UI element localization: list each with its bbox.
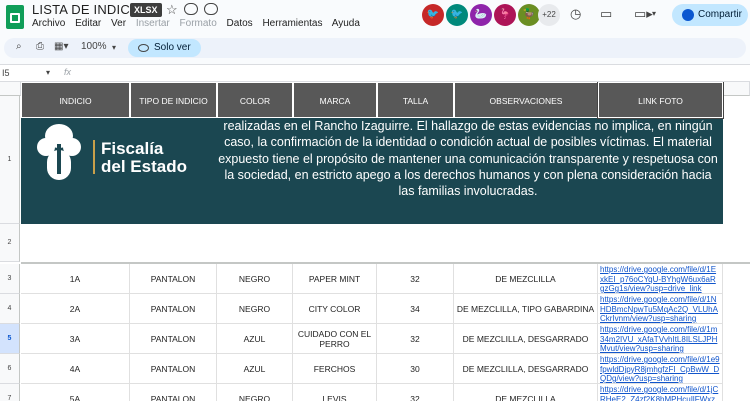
cell-indicio[interactable]: 5A — [21, 384, 130, 401]
row-header-1[interactable]: 1 — [0, 96, 20, 224]
cell-indicio[interactable]: 3A — [21, 324, 130, 354]
menu-datos[interactable]: Datos — [227, 18, 253, 29]
cell-talla[interactable]: 30 — [377, 354, 454, 384]
cell-indicio[interactable]: 2A — [21, 294, 130, 324]
header-observaciones[interactable]: OBSERVACIONES — [454, 82, 598, 118]
cell-color[interactable]: NEGRO — [217, 264, 293, 294]
menu-editar[interactable]: Editar — [75, 18, 101, 29]
cell-observaciones[interactable]: DE MEZCLILLA — [454, 264, 598, 294]
move-folder-icon[interactable] — [184, 3, 198, 15]
eye-icon — [138, 44, 149, 52]
cell-tipo[interactable]: PANTALON — [130, 384, 217, 401]
cell-color[interactable]: NEGRO — [217, 294, 293, 324]
menu-herramientas[interactable]: Herramientas — [262, 18, 322, 29]
fx-icon: fx — [64, 67, 72, 77]
cell-observaciones[interactable]: DE MEZCLILLA, TIPO GABARDINA — [454, 294, 598, 324]
menu-bar: Archivo Editar Ver Insertar Formato Dato… — [32, 18, 367, 29]
cell-link-foto[interactable]: https://drive.google.com/file/d/1e9fpwld… — [598, 354, 723, 384]
brand-name: Fiscalía del Estado — [101, 139, 187, 176]
header-color[interactable]: COLOR — [217, 82, 293, 118]
row-header-2[interactable]: 2 — [0, 224, 20, 262]
sheets-logo-icon[interactable] — [6, 5, 24, 29]
row-header-6[interactable]: 6 — [0, 354, 20, 384]
chevron-down-icon[interactable]: ▾ — [46, 68, 50, 77]
cell-tipo[interactable]: PANTALON — [130, 294, 217, 324]
cell-indicio[interactable]: 4A — [21, 354, 130, 384]
cell-talla[interactable]: 32 — [377, 324, 454, 354]
cell-color[interactable]: AZUL — [217, 354, 293, 384]
name-box[interactable]: I5 — [2, 68, 10, 78]
menu-archivo[interactable]: Archivo — [32, 18, 65, 29]
cell-link-foto[interactable]: https://drive.google.com/file/d/1NHDBmcN… — [598, 294, 723, 324]
cell-tipo[interactable]: PANTALON — [130, 354, 217, 384]
toolbar: ⌕ ⎙ ▦▾ 100% ▾ Solo ver — [4, 38, 746, 58]
xlsx-badge: XLSX — [130, 3, 162, 17]
cell-link-foto[interactable]: https://drive.google.com/file/d/1jCRHeE2… — [598, 384, 723, 401]
share-button[interactable]: Compartir — [672, 4, 748, 26]
header-indicio[interactable]: INDICIO — [21, 82, 130, 118]
cloud-status-icon[interactable] — [204, 3, 218, 15]
column-header-h[interactable] — [723, 82, 750, 96]
formula-bar: I5 ▾ fx — [0, 64, 750, 82]
header-talla[interactable]: TALLA — [377, 82, 454, 118]
share-label: Compartir — [698, 9, 742, 20]
menu-formato[interactable]: Formato — [180, 18, 217, 29]
row-header-7[interactable]: 7 — [0, 384, 20, 401]
cell-marca[interactable]: LEVIS — [293, 384, 377, 401]
cell-talla[interactable]: 32 — [377, 264, 454, 294]
more-collaborators-badge[interactable]: +22 — [538, 4, 560, 26]
view-only-label: Solo ver — [154, 42, 191, 53]
search-icon[interactable]: ⌕ — [16, 41, 22, 52]
title-bar: LISTA DE INDICIOS XLSX ☆ Archivo Editar … — [0, 0, 750, 36]
brand-divider — [93, 140, 95, 174]
cell-marca[interactable]: CUIDADO CON EL PERRO — [293, 324, 377, 354]
select-all-corner[interactable] — [0, 82, 21, 96]
cell-marca[interactable]: CITY COLOR — [293, 294, 377, 324]
print-icon[interactable]: ⎙ — [36, 41, 44, 52]
cell-tipo[interactable]: PANTALON — [130, 264, 217, 294]
cell-indicio[interactable]: 1A — [21, 264, 130, 294]
menu-ayuda[interactable]: Ayuda — [332, 18, 360, 29]
cell-talla[interactable]: 34 — [377, 294, 454, 324]
history-icon[interactable]: ◷ — [570, 6, 581, 22]
menu-ver[interactable]: Ver — [111, 18, 126, 29]
cell-tipo[interactable]: PANTALON — [130, 324, 217, 354]
header-link-foto[interactable]: LINK FOTO — [597, 82, 724, 119]
cell-observaciones[interactable]: DE MEZCLILLA, DESGARRADO — [454, 324, 598, 354]
cell-marca[interactable]: FERCHOS — [293, 354, 377, 384]
view-only-button[interactable]: Solo ver — [128, 39, 201, 57]
cell-observaciones[interactable]: DE MEZCLILLA, DESGARRADO — [454, 354, 598, 384]
menu-insertar[interactable]: Insertar — [136, 18, 170, 29]
header-tipo[interactable]: TIPO DE INDICIO — [130, 82, 217, 118]
cell-marca[interactable]: PAPER MINT — [293, 264, 377, 294]
zoom-select[interactable]: 100% — [81, 41, 107, 52]
chevron-down-icon[interactable]: ▾ — [652, 9, 656, 18]
avatar[interactable]: 🦆 — [518, 4, 540, 26]
row-header-4[interactable]: 4 — [0, 294, 20, 324]
cell-talla[interactable]: 32 — [377, 384, 454, 401]
cell-color[interactable]: AZUL — [217, 324, 293, 354]
row-header-3[interactable]: 3 — [0, 264, 20, 294]
globe-icon — [682, 9, 694, 21]
avatar[interactable]: 🐦 — [446, 4, 468, 26]
chevron-down-icon[interactable]: ▾ — [112, 43, 116, 52]
avatar[interactable]: 🦩 — [494, 4, 516, 26]
cell-link-foto[interactable]: https://drive.google.com/file/d/1m34m2IV… — [598, 324, 723, 354]
meet-icon[interactable]: ▭▸ — [634, 6, 653, 22]
avatar[interactable]: 🐦 — [422, 4, 444, 26]
row-header-5[interactable]: 5 — [0, 324, 20, 354]
cell-observaciones[interactable]: DE MEZCLILLA — [454, 384, 598, 401]
format-icon[interactable]: ▦▾ — [54, 41, 68, 52]
fiscalia-seal-logo — [37, 124, 81, 184]
header-marca[interactable]: MARCA — [293, 82, 377, 118]
comments-icon[interactable]: ▭ — [600, 6, 612, 22]
avatar[interactable]: 🦢 — [470, 4, 492, 26]
cell-link-foto[interactable]: https://drive.google.com/file/d/1ExkEI_p… — [598, 264, 723, 294]
star-icon[interactable]: ☆ — [166, 2, 178, 18]
spreadsheet-grid[interactable]: A B C D E F G 1 2 3 4 5 6 7 Fiscalía del… — [0, 82, 750, 401]
cell-color[interactable]: NEGRO — [217, 384, 293, 401]
